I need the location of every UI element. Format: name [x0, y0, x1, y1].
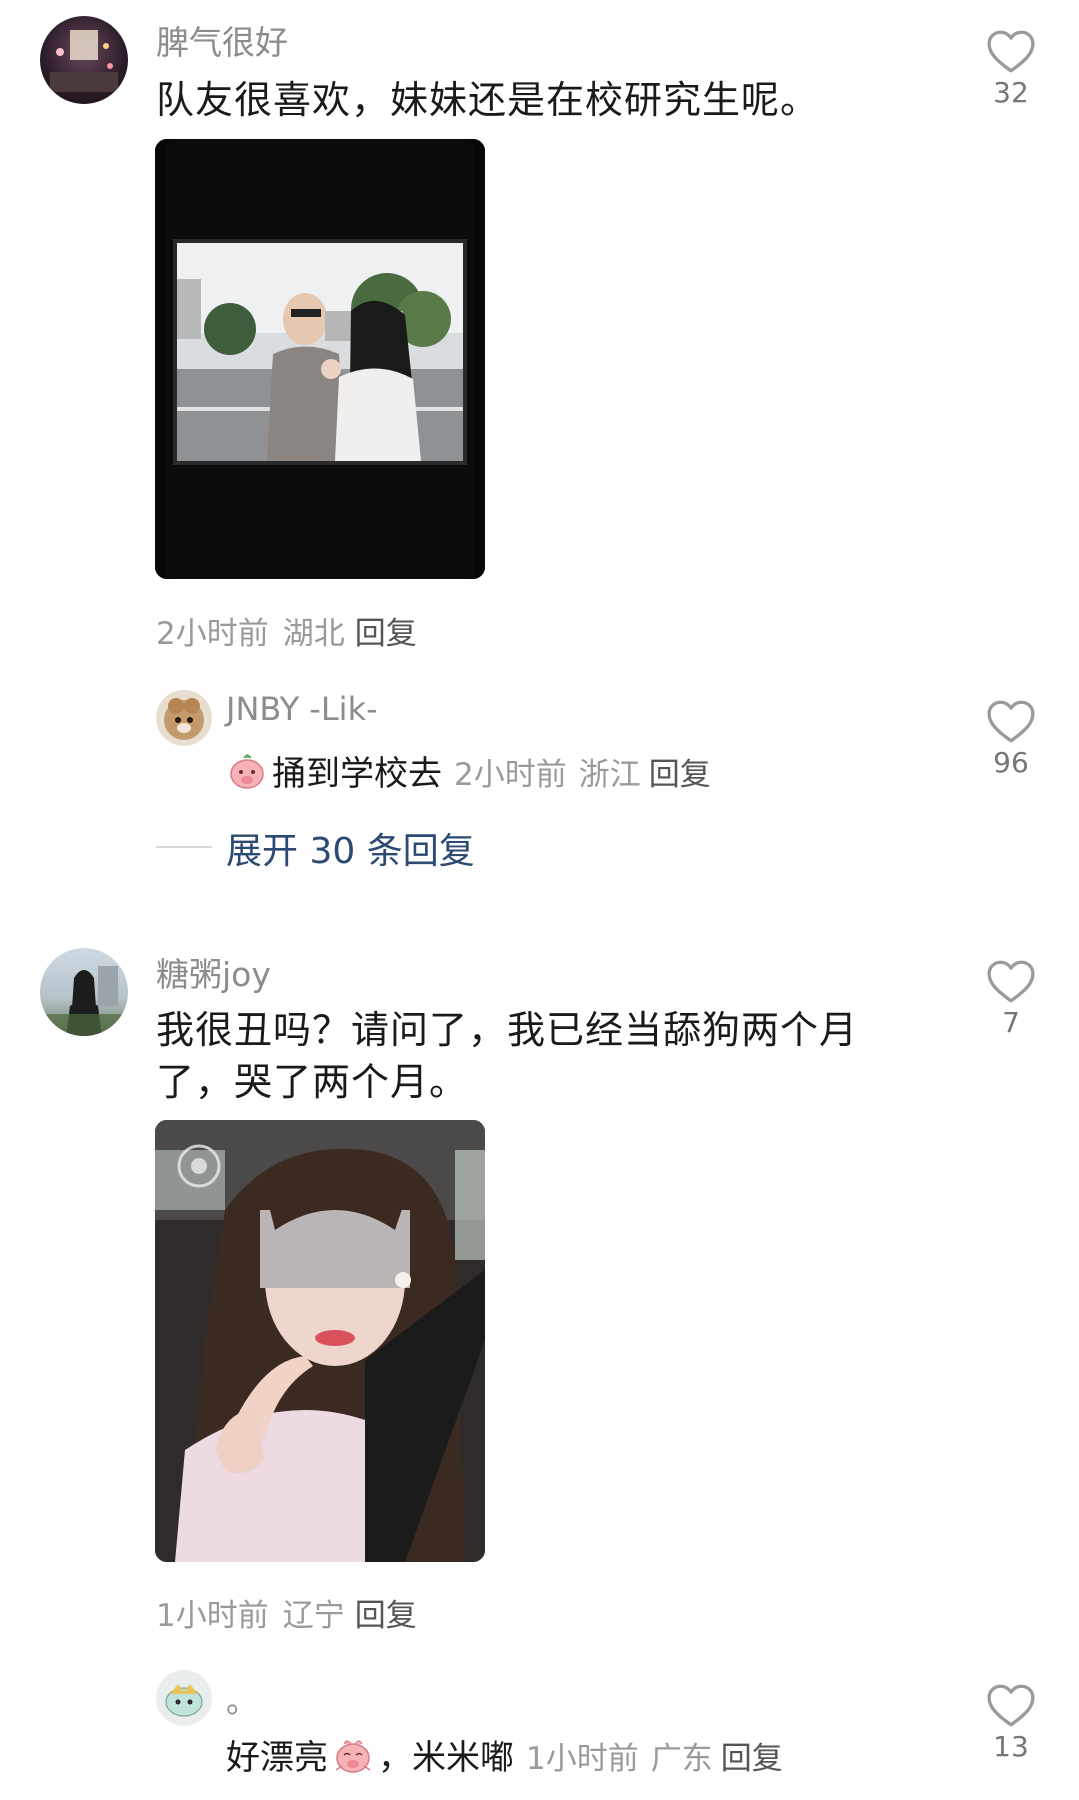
replier-username[interactable]: 。 — [226, 1676, 258, 1722]
reply-button[interactable]: 回复 — [649, 757, 711, 793]
comment-text-line2: 了，哭了两个月。 — [156, 1060, 469, 1104]
heart-outline-icon — [987, 700, 1035, 743]
reply-like-button[interactable]: 13 — [981, 1682, 1041, 1763]
reply-button[interactable]: 回复 — [355, 616, 417, 652]
comment-text: 队友很喜欢，妹妹还是在校研究生呢。 — [156, 78, 820, 122]
comment-text-line1: 我很丑吗？请问了，我已经当舔狗两个月 — [156, 1008, 859, 1052]
heart-outline-icon — [987, 30, 1035, 73]
commenter-avatar[interactable] — [40, 948, 128, 1036]
reply-text: 捅到学校去 — [272, 754, 442, 794]
reply-like-button[interactable]: 96 — [981, 698, 1041, 779]
replier-avatar[interactable] — [156, 1670, 212, 1726]
commenter-avatar[interactable] — [40, 16, 128, 104]
like-count: 96 — [993, 746, 1029, 779]
reply-time: 2小时前 — [454, 757, 567, 793]
commenter-username[interactable]: 脾气很好 — [156, 16, 288, 64]
reply-button[interactable]: 回复 — [355, 1598, 417, 1634]
reply-text-row: 捅到学校去 2小时前 浙江 回复 — [226, 746, 711, 801]
reply-location: 广东 — [650, 1741, 713, 1777]
comment-image[interactable] — [155, 139, 485, 579]
replier-username[interactable]: JNBY -Lik- — [226, 690, 378, 728]
reply-text-row: 好漂亮 ，米米嘟 1小时前 广东 回复 — [226, 1730, 783, 1785]
comment-time: 2小时前 — [156, 616, 269, 652]
comment-location: 湖北 — [282, 616, 345, 652]
reply-location: 浙江 — [578, 757, 641, 793]
comment-time: 1小时前 — [156, 1598, 269, 1634]
like-count: 7 — [1002, 1006, 1020, 1039]
comment-meta: 2小时前 湖北 回复 — [156, 608, 417, 653]
heart-outline-icon — [987, 1684, 1035, 1727]
pig-face-emoji-icon — [226, 750, 268, 801]
like-button[interactable]: 32 — [981, 28, 1041, 109]
pig-face-emoji-icon — [332, 1734, 374, 1785]
like-button[interactable]: 7 — [981, 958, 1041, 1039]
like-count: 32 — [993, 76, 1029, 109]
like-count: 13 — [993, 1730, 1029, 1763]
commenter-username[interactable]: 糖粥joy — [156, 948, 271, 996]
reply-button[interactable]: 回复 — [721, 1741, 783, 1777]
comment-meta: 1小时前 辽宁 回复 — [156, 1590, 417, 1635]
comment-location: 辽宁 — [282, 1598, 345, 1634]
reply-text-end: ，米米嘟 — [378, 1738, 514, 1778]
reply-text-start: 好漂亮 — [226, 1738, 328, 1778]
heart-outline-icon — [987, 960, 1035, 1003]
reply-time: 1小时前 — [526, 1741, 639, 1777]
expand-replies-button[interactable]: 展开 30 条回复 — [226, 822, 475, 874]
comment-image[interactable] — [155, 1120, 485, 1562]
replier-avatar[interactable] — [156, 690, 212, 746]
expand-divider — [156, 846, 212, 848]
